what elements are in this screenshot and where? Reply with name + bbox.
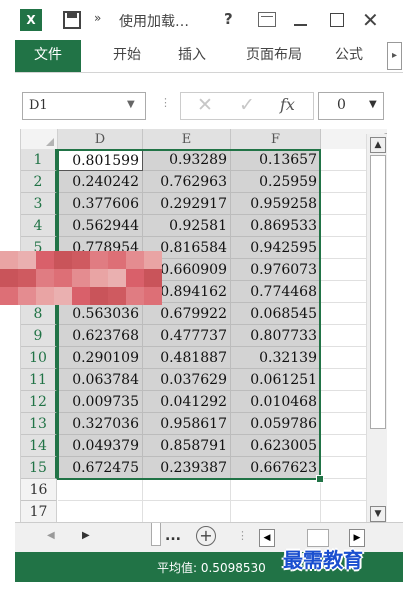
select-all-corner[interactable] (21, 129, 58, 150)
pixelated-redaction (0, 251, 162, 305)
next-sheet-icon[interactable]: ▶ (82, 530, 90, 541)
column-header-d[interactable]: D (58, 129, 143, 151)
close-button[interactable]: ✕ (362, 8, 379, 32)
row-header[interactable]: 16 (21, 479, 57, 501)
quick-access-more-button[interactable]: » (94, 11, 101, 25)
formula-input[interactable]: 0 ▼ (318, 92, 384, 120)
row-header[interactable]: 15 (21, 457, 57, 479)
tab-page-layout[interactable]: 页面布局 (234, 40, 314, 72)
sheet-tab[interactable] (151, 523, 161, 546)
vertical-scrollbar[interactable]: ▲ ▼ (366, 134, 387, 522)
row-header[interactable]: 3 (21, 193, 57, 215)
maximize-button[interactable] (330, 13, 344, 27)
tab-splitter[interactable]: ⋮ (237, 529, 248, 542)
row-header[interactable]: 4 (21, 215, 57, 237)
cell[interactable] (58, 479, 143, 501)
cell[interactable] (231, 501, 321, 522)
enter-check-icon[interactable]: ✓ (239, 94, 255, 116)
row-header[interactable]: 9 (21, 325, 57, 347)
name-box[interactable]: D1 ▼ (22, 92, 146, 120)
formula-bar-splitter[interactable]: ⋮ (160, 96, 171, 109)
cell[interactable] (143, 479, 231, 501)
ribbon-tabs: 文件 开始 插入 页面布局 公式 ▸ (15, 40, 403, 72)
row-header[interactable]: 13 (21, 413, 57, 435)
worksheet-grid[interactable]: D E F G 10.8015990.932890.1365720.240242… (20, 129, 387, 522)
row-header[interactable]: 12 (21, 391, 57, 413)
excel-logo-icon: X (20, 9, 42, 31)
column-header-e[interactable]: E (143, 129, 231, 151)
tab-insert[interactable]: 插入 (172, 40, 212, 72)
title-bar: X » 使用加载… ? ✕ (0, 0, 403, 40)
scrollbar-thumb[interactable] (370, 155, 386, 429)
formula-value: 0 (337, 97, 346, 113)
cell[interactable] (231, 479, 321, 501)
chevron-down-icon[interactable]: ▼ (369, 99, 377, 110)
row-header[interactable]: 2 (21, 171, 57, 193)
prev-sheet-icon[interactable]: ◀ (47, 530, 55, 541)
fill-handle[interactable] (316, 475, 324, 483)
insert-function-button[interactable]: fx (280, 95, 295, 114)
ribbon-body (15, 72, 403, 86)
more-sheets-button[interactable]: ... (165, 528, 181, 544)
ribbon-scroll-right-button[interactable]: ▸ (387, 42, 402, 70)
scroll-up-icon[interactable]: ▲ (370, 137, 386, 153)
scroll-down-icon[interactable]: ▼ (370, 506, 386, 522)
column-header-f[interactable]: F (231, 129, 321, 151)
row-header[interactable]: 1 (21, 149, 57, 171)
chevron-down-icon[interactable]: ▼ (127, 99, 135, 110)
add-sheet-icon[interactable]: + (196, 526, 216, 546)
scroll-left-icon[interactable]: ◀ (259, 529, 275, 547)
row-header[interactable]: 14 (21, 435, 57, 457)
cell[interactable] (58, 501, 143, 522)
window-title: 使用加载… (119, 14, 189, 30)
tab-formulas[interactable]: 公式 (329, 40, 369, 72)
row-header[interactable]: 17 (21, 501, 57, 522)
formula-bar-buttons: ✕ ✓ fx (180, 92, 314, 120)
cell[interactable] (143, 501, 231, 522)
cancel-icon[interactable]: ✕ (197, 94, 213, 116)
row-header[interactable]: 11 (21, 369, 57, 391)
status-average: 平均值: 0.5098530 (157, 561, 266, 575)
selection-border (57, 149, 321, 480)
minimize-button[interactable] (294, 24, 307, 26)
tab-file[interactable]: 文件 (15, 40, 81, 72)
tab-home[interactable]: 开始 (107, 40, 147, 72)
help-button[interactable]: ? (224, 10, 233, 28)
row-header[interactable]: 10 (21, 347, 57, 369)
name-box-value: D1 (29, 98, 48, 113)
ribbon-display-options-icon[interactable] (258, 12, 276, 27)
watermark: 最需教育 (283, 548, 363, 572)
save-icon[interactable] (63, 11, 81, 29)
row-header[interactable]: 8 (21, 303, 57, 325)
